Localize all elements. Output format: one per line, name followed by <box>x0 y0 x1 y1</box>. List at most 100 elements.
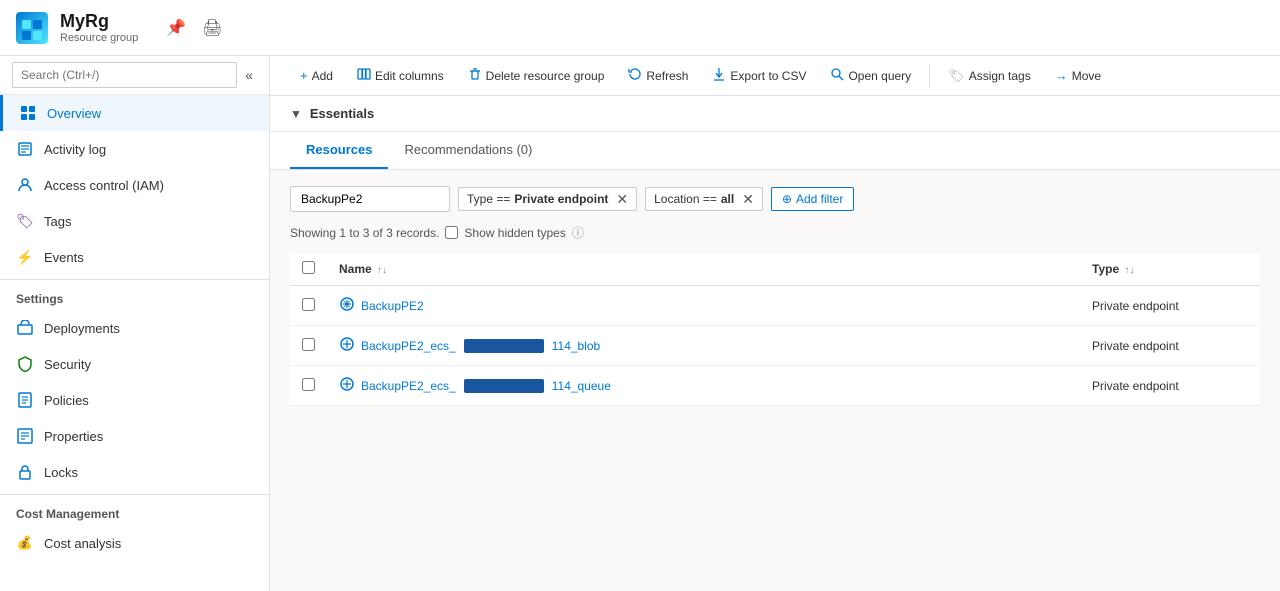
table-row: BackupPE2_ecs_ 114_blob Private endpoint <box>290 326 1260 366</box>
type-filter-remove[interactable]: ✕ <box>616 192 628 206</box>
add-filter-label: Add filter <box>796 192 843 206</box>
col-type-label: Type <box>1092 262 1119 276</box>
open-query-button[interactable]: Open query <box>820 62 921 89</box>
tab-recommendations[interactable]: Recommendations (0) <box>388 132 548 169</box>
location-filter-label: Location == <box>654 192 717 206</box>
location-filter-remove[interactable]: ✕ <box>742 192 754 206</box>
activity-log-icon <box>16 140 34 158</box>
row3-link[interactable]: BackupPE2_ecs_ 114_queue <box>339 376 1068 395</box>
name-sort-icon[interactable]: ↑↓ <box>377 265 387 276</box>
resource-table: Name ↑↓ Type ↑↓ <box>290 253 1260 406</box>
sidebar-item-activity-log-label: Activity log <box>44 142 106 157</box>
add-label: Add <box>312 69 333 83</box>
main-layout: « Overview Activity log Access control (… <box>0 56 1280 591</box>
pin-button[interactable]: 📌 <box>162 14 190 42</box>
sidebar-item-deployments[interactable]: Deployments <box>0 310 269 346</box>
print-button[interactable]: 🖨 <box>198 14 226 42</box>
sidebar-item-iam-label: Access control (IAM) <box>44 178 164 193</box>
open-query-label: Open query <box>848 69 911 83</box>
sidebar-item-overview[interactable]: Overview <box>0 95 269 131</box>
row1-type: Private endpoint <box>1080 286 1260 326</box>
table-row: BackupPE2_ecs_ 114_queue Private endpoin… <box>290 366 1260 406</box>
row2-checkbox[interactable] <box>302 338 315 351</box>
sidebar-item-properties[interactable]: Properties <box>0 418 269 454</box>
resource-group-name: MyRg <box>60 11 138 32</box>
sidebar-item-events[interactable]: ⚡ Events <box>0 239 269 275</box>
delete-button[interactable]: Delete resource group <box>458 62 615 89</box>
type-filter-label: Type == <box>467 192 510 206</box>
row2-link[interactable]: BackupPE2_ecs_ 114_blob <box>339 336 1068 355</box>
row3-name-suffix: 114_queue <box>552 379 611 393</box>
add-filter-button[interactable]: ⊕ Add filter <box>771 187 854 211</box>
edit-columns-label: Edit columns <box>375 69 444 83</box>
sidebar-item-events-label: Events <box>44 250 84 265</box>
show-hidden-row: Showing 1 to 3 of 3 records. Show hidden… <box>290 224 1260 241</box>
main-content: + Add Edit columns Delete resource group <box>270 56 1280 591</box>
settings-section-header: Settings <box>0 279 269 310</box>
sidebar-item-cost-analysis[interactable]: 💰 Cost analysis <box>0 525 269 561</box>
row1-name: BackupPE2 <box>327 286 1080 326</box>
sidebar-item-tags-label: Tags <box>44 214 71 229</box>
row3-res-icon <box>339 376 355 395</box>
sidebar-search-row: « <box>0 56 269 95</box>
delete-label: Delete resource group <box>486 69 605 83</box>
col-header-name[interactable]: Name ↑↓ <box>327 253 1080 286</box>
refresh-button[interactable]: Refresh <box>618 62 698 89</box>
col-header-type[interactable]: Type ↑↓ <box>1080 253 1260 286</box>
add-filter-icon: ⊕ <box>782 192 792 206</box>
row1-name-text: BackupPE2 <box>361 299 424 313</box>
row1-res-icon <box>339 296 355 315</box>
resource-group-title: MyRg Resource group <box>60 11 138 44</box>
row2-name-prefix: BackupPE2_ecs_ <box>361 339 456 353</box>
col-header-check <box>290 253 327 286</box>
security-icon <box>16 355 34 373</box>
row3-check <box>290 366 327 406</box>
open-query-icon <box>830 67 844 84</box>
sidebar-item-access-control[interactable]: Access control (IAM) <box>0 167 269 203</box>
add-button[interactable]: + Add <box>290 63 343 88</box>
sidebar-item-policies[interactable]: Policies <box>0 382 269 418</box>
col-name-label: Name <box>339 262 372 276</box>
sidebar-item-activity-log[interactable]: Activity log <box>0 131 269 167</box>
row3-checkbox[interactable] <box>302 378 315 391</box>
sidebar-item-cost-analysis-label: Cost analysis <box>44 536 121 551</box>
select-all-checkbox[interactable] <box>302 261 315 274</box>
move-label: Move <box>1072 69 1101 83</box>
move-icon: → <box>1055 68 1068 83</box>
properties-icon <box>16 427 34 445</box>
row2-res-icon <box>339 336 355 355</box>
tab-resources[interactable]: Resources <box>290 132 388 169</box>
row2-type: Private endpoint <box>1080 326 1260 366</box>
assign-tags-label: Assign tags <box>969 69 1031 83</box>
move-button[interactable]: → Move <box>1045 63 1111 88</box>
events-icon: ⚡ <box>16 248 34 266</box>
row1-link[interactable]: BackupPE2 <box>339 296 1068 315</box>
tab-resources-label: Resources <box>306 142 372 157</box>
location-filter-tag: Location == all ✕ <box>645 187 763 211</box>
delete-icon <box>468 67 482 84</box>
assign-tags-button[interactable]: 🏷 Assign tags <box>938 63 1041 89</box>
toolbar-separator <box>929 64 930 88</box>
sidebar-item-tags[interactable]: 🏷 Tags <box>0 203 269 239</box>
filter-row: Type == Private endpoint ✕ Location == a… <box>290 186 1260 212</box>
deployments-icon <box>16 319 34 337</box>
show-hidden-checkbox[interactable] <box>445 226 458 239</box>
resource-group-subtitle: Resource group <box>60 32 138 44</box>
resources-area: Type == Private endpoint ✕ Location == a… <box>270 170 1280 591</box>
search-input[interactable] <box>12 62 237 88</box>
collapse-button[interactable]: « <box>241 63 257 87</box>
export-button[interactable]: Export to CSV <box>702 62 816 89</box>
row2-name: BackupPE2_ecs_ 114_blob <box>327 326 1080 366</box>
tab-recommendations-label: Recommendations (0) <box>404 142 532 157</box>
sidebar-item-locks-label: Locks <box>44 465 78 480</box>
show-hidden-label: Show hidden types <box>464 226 565 240</box>
location-filter-value: all <box>721 192 734 206</box>
filter-input[interactable] <box>290 186 450 212</box>
sidebar-item-security[interactable]: Security <box>0 346 269 382</box>
edit-columns-button[interactable]: Edit columns <box>347 62 454 89</box>
essentials-chevron[interactable]: ▼ <box>290 107 302 121</box>
type-sort-icon[interactable]: ↑↓ <box>1124 265 1134 276</box>
row1-checkbox[interactable] <box>302 298 315 311</box>
sidebar-item-properties-label: Properties <box>44 429 103 444</box>
sidebar-item-locks[interactable]: Locks <box>0 454 269 490</box>
